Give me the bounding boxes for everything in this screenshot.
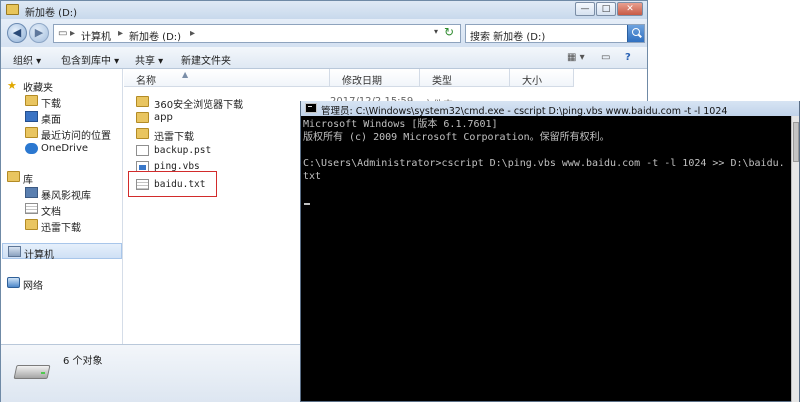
- desktop-icon: [25, 111, 38, 122]
- search-icon[interactable]: [627, 25, 644, 42]
- breadcrumb-computer[interactable]: 计算机: [81, 28, 111, 43]
- video-library-icon: [25, 187, 38, 198]
- nav-label: 暴风影视库: [41, 191, 91, 202]
- console-line: C:\Users\Administrator>cscript D:\ping.v…: [303, 158, 785, 169]
- address-bar[interactable]: ▭ ▸ 计算机 ▸ 新加卷 (D:) ▸ ▾: [53, 24, 461, 43]
- breadcrumb-separator: ▸: [70, 28, 76, 39]
- window-title: 新加卷 (D:): [25, 8, 78, 19]
- nav-label: 迅雷下载: [41, 223, 81, 234]
- onedrive-icon: [25, 143, 38, 154]
- new-folder-button[interactable]: 新建文件夹: [181, 52, 231, 67]
- drive-icon: [13, 359, 51, 383]
- file-name: app: [154, 112, 173, 123]
- forward-button[interactable]: ▶: [29, 23, 49, 43]
- column-label: 修改日期: [342, 76, 382, 87]
- minimize-button[interactable]: —: [575, 2, 595, 16]
- documents-icon: [25, 203, 38, 214]
- folder-icon: [136, 128, 149, 139]
- nav-item-recent[interactable]: 最近访问的位置: [1, 125, 121, 142]
- console-icon: [305, 103, 317, 113]
- search-box[interactable]: 搜索 新加卷 (D:): [465, 24, 645, 43]
- star-icon: ★: [7, 79, 17, 92]
- nav-item-desktop[interactable]: 桌面: [1, 109, 121, 126]
- search-placeholder: 搜索 新加卷 (D:): [470, 32, 546, 43]
- nav-label: 库: [23, 175, 33, 186]
- explorer-titlebar[interactable]: 新加卷 (D:) — □ ✕: [1, 1, 647, 19]
- console-line: txt: [303, 171, 322, 182]
- console-line: 版权所有 (c) 2009 Microsoft Corporation。保留所有…: [303, 132, 610, 143]
- nav-libraries[interactable]: 库: [1, 169, 121, 186]
- command-bar: 组织 ▾ 包含到库中 ▾ 共享 ▾ 新建文件夹 ▦ ▾ ▭ ?: [1, 47, 647, 69]
- nav-label: 收藏夹: [23, 83, 53, 94]
- breadcrumb-drive[interactable]: 新加卷 (D:): [129, 28, 181, 43]
- thunder-folder-icon: [25, 219, 38, 230]
- refresh-icon[interactable]: ↻: [441, 25, 457, 41]
- nav-computer[interactable]: 计算机: [2, 243, 122, 261]
- downloads-icon: [25, 95, 38, 106]
- cmd-window: 管理员: C:\Windows\system32\cmd.exe - cscri…: [300, 101, 800, 402]
- nav-label: 文档: [41, 207, 61, 218]
- cmd-scrollbar[interactable]: [791, 116, 799, 402]
- nav-label: OneDrive: [41, 143, 89, 154]
- file-icon: [136, 145, 149, 156]
- window-controls: — □ ✕: [575, 2, 643, 16]
- file-name: 迅雷下载: [154, 132, 194, 143]
- close-button[interactable]: ✕: [617, 2, 643, 16]
- share-menu[interactable]: 共享 ▾: [135, 52, 163, 67]
- sort-arrow-icon: ▲: [182, 70, 189, 79]
- highlight-box: [128, 171, 217, 197]
- breadcrumb-separator: ▸: [118, 28, 124, 39]
- folder-icon: [136, 112, 149, 123]
- column-label: 大小: [522, 76, 542, 87]
- computer-small-icon: ▭: [58, 28, 68, 39]
- column-header-type[interactable]: 类型: [420, 69, 510, 87]
- network-icon: [7, 277, 20, 288]
- column-label: 类型: [432, 76, 452, 87]
- text-cursor: [304, 203, 310, 205]
- console-output[interactable]: Microsoft Windows [版本 6.1.7601] 版权所有 (c)…: [303, 118, 793, 400]
- item-count: 6 个对象: [63, 356, 103, 367]
- nav-label: 下载: [41, 99, 61, 110]
- recent-places-icon: [25, 127, 38, 138]
- view-options-icon[interactable]: ▦ ▾: [567, 52, 585, 63]
- scrollbar-thumb[interactable]: [793, 122, 799, 162]
- nav-item-documents[interactable]: 文档: [1, 201, 121, 218]
- nav-label: 网络: [23, 281, 43, 292]
- nav-item-onedrive[interactable]: OneDrive: [1, 141, 121, 157]
- address-dropdown-icon[interactable]: ▾: [434, 27, 438, 36]
- nav-favorites[interactable]: ★ 收藏夹: [1, 77, 121, 94]
- nav-item-video-library[interactable]: 暴风影视库: [1, 185, 121, 202]
- breadcrumb-separator: ▸: [190, 28, 196, 39]
- nav-label: 计算机: [24, 250, 54, 261]
- folder-icon: [136, 96, 149, 107]
- nav-label: 最近访问的位置: [41, 131, 111, 142]
- column-label: 名称: [136, 76, 156, 87]
- library-icon: [7, 171, 20, 182]
- cmd-titlebar[interactable]: 管理员: C:\Windows\system32\cmd.exe - cscri…: [301, 101, 799, 117]
- address-row: ◀ ▶ ▭ ▸ 计算机 ▸ 新加卷 (D:) ▸ ▾ ↻ 搜索 新加卷 (D:): [1, 19, 647, 47]
- nav-item-thunder-downloads[interactable]: 迅雷下载: [1, 217, 121, 234]
- cmd-title: 管理员: C:\Windows\system32\cmd.exe - cscri…: [321, 106, 728, 117]
- column-header-size[interactable]: 大小: [510, 69, 574, 87]
- preview-pane-icon[interactable]: ▭: [601, 52, 610, 63]
- folder-icon: [6, 4, 19, 15]
- column-header-date[interactable]: 修改日期: [330, 69, 420, 87]
- back-button[interactable]: ◀: [7, 23, 27, 43]
- help-icon[interactable]: ?: [625, 52, 631, 63]
- column-header-name[interactable]: 名称 ▲: [124, 69, 330, 87]
- navigation-pane: ★ 收藏夹 下载 桌面 最近访问的位置 OneDrive 库 暴风影视库 文档 …: [1, 69, 123, 344]
- include-in-library-menu[interactable]: 包含到库中 ▾: [61, 52, 119, 67]
- nav-item-downloads[interactable]: 下载: [1, 93, 121, 110]
- file-name: backup.pst: [154, 145, 212, 156]
- nav-network[interactable]: 网络: [1, 275, 121, 292]
- organize-menu[interactable]: 组织 ▾: [13, 52, 41, 67]
- computer-icon: [8, 246, 21, 257]
- file-name: 360安全浏览器下载: [154, 100, 244, 111]
- console-line: Microsoft Windows [版本 6.1.7601]: [303, 119, 498, 130]
- maximize-button[interactable]: □: [596, 2, 616, 16]
- nav-label: 桌面: [41, 115, 61, 126]
